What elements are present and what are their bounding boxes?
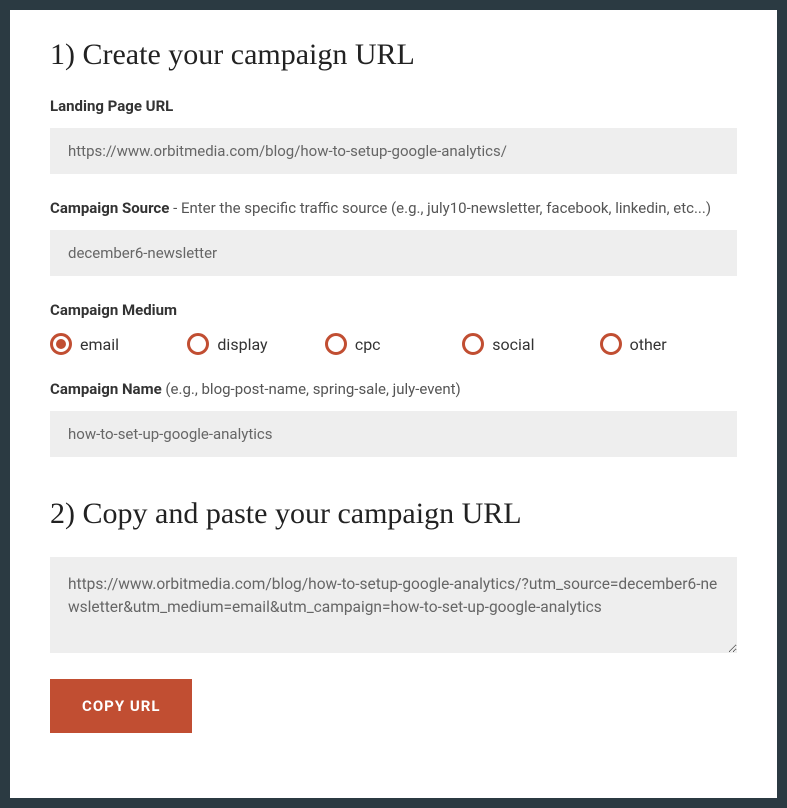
campaign-source-input[interactable] xyxy=(50,230,737,276)
campaign-source-hint: - Enter the specific traffic source (e.g… xyxy=(169,199,711,217)
radio-cpc-label: cpc xyxy=(355,335,381,354)
radio-icon xyxy=(50,333,72,355)
campaign-name-label: Campaign Name xyxy=(50,380,162,398)
radio-icon xyxy=(187,333,209,355)
section2-heading: 2) Copy and paste your campaign URL xyxy=(50,497,737,531)
section1-heading: 1) Create your campaign URL xyxy=(50,38,737,72)
radio-email[interactable]: email xyxy=(50,333,187,355)
campaign-name-hint: (e.g., blog-post-name, spring-sale, july… xyxy=(162,380,461,398)
campaign-url-builder: 1) Create your campaign URL Landing Page… xyxy=(10,10,777,798)
radio-display[interactable]: display xyxy=(187,333,324,355)
campaign-name-input[interactable] xyxy=(50,411,737,457)
landing-page-label-row: Landing Page URL xyxy=(50,96,737,118)
campaign-source-label: Campaign Source xyxy=(50,199,169,217)
radio-social[interactable]: social xyxy=(462,333,599,355)
landing-page-input[interactable] xyxy=(50,128,737,174)
campaign-source-label-row: Campaign Source - Enter the specific tra… xyxy=(50,198,737,220)
campaign-medium-field: Campaign Medium email display cpc social… xyxy=(50,300,737,356)
radio-other-label: other xyxy=(630,335,667,354)
copy-url-button[interactable]: COPY URL xyxy=(50,679,192,733)
campaign-name-label-row: Campaign Name (e.g., blog-post-name, spr… xyxy=(50,379,737,401)
radio-display-label: display xyxy=(217,335,267,354)
radio-icon xyxy=(600,333,622,355)
landing-page-field: Landing Page URL xyxy=(50,96,737,174)
radio-email-label: email xyxy=(80,335,119,354)
radio-icon xyxy=(462,333,484,355)
radio-social-label: social xyxy=(492,335,534,354)
campaign-name-field: Campaign Name (e.g., blog-post-name, spr… xyxy=(50,379,737,457)
radio-cpc[interactable]: cpc xyxy=(325,333,462,355)
campaign-medium-label: Campaign Medium xyxy=(50,301,177,319)
campaign-medium-radios: email display cpc social other xyxy=(50,333,737,355)
landing-page-label: Landing Page URL xyxy=(50,97,173,115)
campaign-url-output[interactable]: https://www.orbitmedia.com/blog/how-to-s… xyxy=(50,557,737,653)
campaign-medium-label-row: Campaign Medium xyxy=(50,300,737,322)
radio-icon xyxy=(325,333,347,355)
campaign-source-field: Campaign Source - Enter the specific tra… xyxy=(50,198,737,276)
radio-other[interactable]: other xyxy=(600,333,737,355)
